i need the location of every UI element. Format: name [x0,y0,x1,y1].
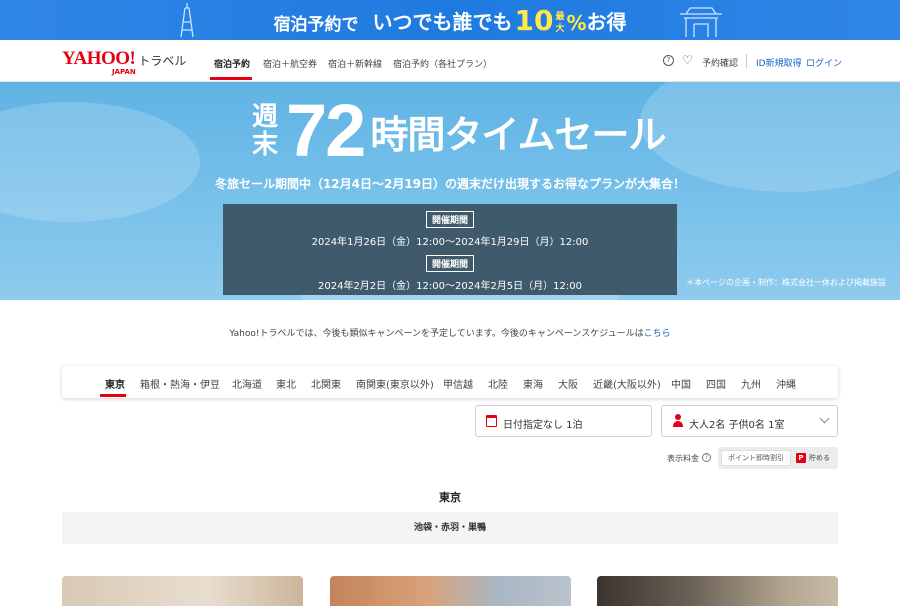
tab-hotel-flight[interactable]: 宿泊＋航空券 [263,57,317,70]
point-discount-option[interactable]: ポイント即時割引 [721,450,791,466]
region-tab-minamikanto[interactable]: 南関東(東京以外) [356,376,434,391]
price-display-label: 表示料金 [667,454,699,463]
help-icon[interactable]: ? [702,453,711,462]
point-earn-option[interactable]: P 貯める [796,450,830,466]
area-heading: 池袋・赤羽・巣鴨 [62,512,838,544]
hero-sale-label: 時間タイムセール [370,112,666,157]
promo-suffix: お得 [586,9,627,34]
region-tab-kitakanto[interactable]: 北関東 [311,376,341,391]
promo-max-label: 最 大 [555,11,565,34]
promo-headline: 宿泊予約で いつでも誰でも 10 最 大 % お得 [273,6,626,35]
hero-subtitle: 冬旅セール期間中（12月4日～2月19日）の週末だけ出現するお得なプランが大集合… [214,177,686,191]
point-icon: P [796,453,806,463]
hero-title: 週 末 72 時間タイムセール [250,89,667,172]
region-tab-tokyo[interactable]: 東京 [105,376,125,391]
region-tabs: 東京 箱根・熱海・伊豆 北海道 東北 北関東 南関東(東京以外) 甲信越 北陸 … [62,366,838,398]
date-selector[interactable]: 日付指定なし 1泊 [475,405,652,437]
hero-week-label: 週 末 [251,102,278,160]
tower-icon [180,3,194,38]
person-icon [673,414,683,428]
event-period-box: 開催期間 2024年1月26日（金）12:00～2024年1月29日（月）12:… [223,204,677,295]
period-date-2: 2024年2月2日（金）12:00～2024年2月5日（月）12:00 [318,281,582,292]
campaign-notice: Yahoo!トラベルでは、今後も類似キャンペーンを予定しています。今後のキャンペ… [0,326,900,339]
section-title: 東京 [439,491,461,504]
region-tab-kinki[interactable]: 近畿(大阪以外) [593,376,661,391]
promo-number: 10 [514,3,554,37]
logo-service-name: トラベル [138,54,187,68]
region-tab-tohoku[interactable]: 東北 [276,376,296,391]
hero-banner: 週 末 72 時間タイムセール 冬旅セール期間中（12月4日～2月19日）の週末… [0,82,900,300]
promo-percent: % [566,10,587,35]
heart-icon[interactable]: ♡ [682,53,693,67]
hero-hours: 72 [286,89,366,172]
production-note: ＊本ページの企画・制作：株式会社一休および掲載施設 [686,278,886,287]
register-link[interactable]: ID新規取得 [756,56,802,69]
price-display-toggle: ポイント即時割引 P 貯める [718,447,838,469]
chevron-down-icon [819,413,830,424]
help-icon[interactable]: ? [663,55,674,66]
login-link[interactable]: ログイン [806,56,842,69]
region-tab-hakone[interactable]: 箱根・熱海・伊豆 [140,376,220,391]
yahoo-travel-logo[interactable]: YAHOO! トラベル JAPAN [62,48,187,76]
period-label: 開催期間 [425,211,474,228]
date-selector-value: 日付指定なし 1泊 [503,420,583,431]
promo-text-a: 宿泊予約で [273,14,359,35]
tab-hotel-shinkansen[interactable]: 宿泊＋新幹線 [328,57,382,70]
hotel-card-image[interactable] [62,576,303,606]
global-nav: YAHOO! トラベル JAPAN 宿泊予約 宿泊＋航空券 宿泊＋新幹線 宿泊予… [0,40,900,82]
region-tab-tokai[interactable]: 東海 [523,376,543,391]
region-tab-hokkaido[interactable]: 北海道 [232,376,262,391]
region-tab-koshinetsu[interactable]: 甲信越 [443,376,473,391]
notice-text: Yahoo!トラベルでは、今後も類似キャンペーンを予定しています。今後のキャンペ… [229,329,644,339]
hotel-card-image[interactable] [330,576,571,606]
tab-hotel[interactable]: 宿泊予約 [214,57,250,70]
region-tab-kyushu[interactable]: 九州 [741,376,761,391]
region-tab-osaka[interactable]: 大阪 [558,376,578,391]
hotel-card-image[interactable] [597,576,838,606]
period-label: 開催期間 [425,255,474,272]
region-tab-chugoku[interactable]: 中国 [671,376,691,391]
logo-sub: JAPAN [112,68,136,76]
gate-icon [680,7,722,37]
promo-banner[interactable]: 宿泊予約で いつでも誰でも 10 最 大 % お得 [0,0,900,40]
active-tab-indicator [210,77,252,80]
region-tab-okinawa[interactable]: 沖縄 [776,376,796,391]
cloud-decoration [0,102,200,222]
guest-selector-value: 大人2名 子供0名 1室 [689,420,785,431]
logo-wordmark: YAHOO! [62,48,136,69]
region-tab-hokuriku[interactable]: 北陸 [488,376,508,391]
region-tab-shikoku[interactable]: 四国 [706,376,726,391]
guest-selector[interactable]: 大人2名 子供0名 1室 [661,405,838,437]
calendar-icon [486,415,497,427]
active-region-indicator [100,394,126,397]
schedule-link[interactable]: こちら [644,329,671,339]
reservation-check-link[interactable]: 予約確認 [702,56,738,69]
tab-hotel-partner[interactable]: 宿泊予約（各社プラン） [393,57,492,70]
nav-divider [746,54,747,68]
promo-text-b: いつでも誰でも [372,9,513,34]
period-date-1: 2024年1月26日（金）12:00～2024年1月29日（月）12:00 [311,237,589,248]
point-earn-label: 貯める [809,454,830,462]
